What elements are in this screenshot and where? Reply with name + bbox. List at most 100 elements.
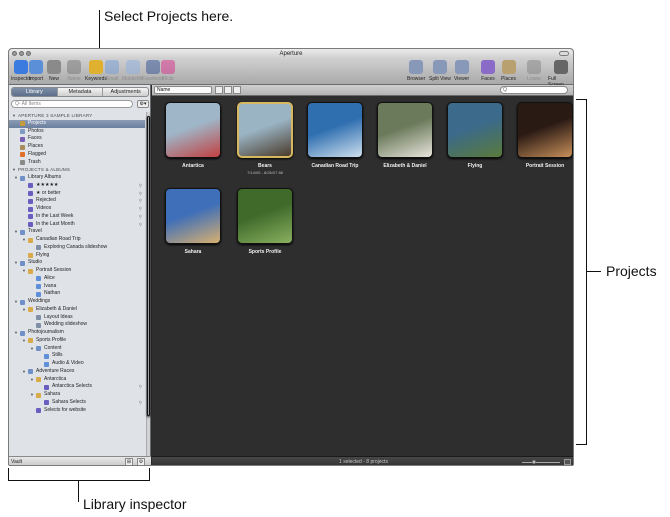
tree-item-antarctica[interactable]: ▼ Antarctica xyxy=(9,376,145,384)
disclosure-triangle-icon[interactable]: ▼ xyxy=(30,376,34,384)
tree-item-antarctica-selects[interactable]: Antarctica Selects ⚲ xyxy=(9,383,145,391)
toolbar-full-screen-button[interactable]: Full Screen xyxy=(548,60,573,88)
tree-item-library-albums[interactable]: ▼ Library Albums xyxy=(9,174,145,182)
toolbar-new-button[interactable]: New xyxy=(47,60,61,82)
smart-settings-icon[interactable]: ⚲ xyxy=(139,205,142,213)
tree-item-projects[interactable]: Projects xyxy=(9,119,145,128)
tree-item-alice[interactable]: Alice xyxy=(9,275,145,283)
vault-action-button[interactable]: ⚙ xyxy=(137,458,145,465)
disclosure-triangle-icon[interactable]: ▼ xyxy=(12,112,16,120)
full-screen-browser-button[interactable] xyxy=(564,459,571,465)
project-thumbnail[interactable] xyxy=(447,102,503,158)
project-thumbnail[interactable] xyxy=(377,102,433,158)
toolbar-keywords-button[interactable]: Keywords xyxy=(85,60,107,82)
tree-item-flying[interactable]: Flying xyxy=(9,252,145,260)
project-thumbnail[interactable] xyxy=(237,188,293,244)
window-controls[interactable] xyxy=(12,51,31,56)
tree-item-content[interactable]: ▼ Content xyxy=(9,345,145,353)
toolbar-places-button[interactable]: Places xyxy=(501,60,516,82)
disclosure-triangle-icon[interactable]: ▼ xyxy=(14,298,18,306)
tree-item-sahara[interactable]: ▼ Sahara xyxy=(9,391,145,399)
project-thumbnail[interactable] xyxy=(165,102,221,158)
tree-item-weddings[interactable]: ▼ Weddings xyxy=(9,298,145,306)
tree-item-in-the-last-week[interactable]: In the Last Week ⚲ xyxy=(9,213,145,221)
disclosure-triangle-icon[interactable]: ▼ xyxy=(14,228,18,236)
tree-item-selects-for-website[interactable]: Selects for website xyxy=(9,407,145,415)
toolbar-faces-button[interactable]: Faces xyxy=(481,60,495,82)
tab-library[interactable]: Library xyxy=(12,88,58,96)
smart-settings-icon[interactable]: ⚲ xyxy=(139,190,142,198)
tree-item-nathan[interactable]: Nathan xyxy=(9,290,145,298)
disclosure-triangle-icon[interactable]: ▼ xyxy=(22,267,26,275)
tree-item-stills[interactable]: Stills xyxy=(9,352,145,360)
search-action-button[interactable]: ⚙▾ xyxy=(137,100,149,108)
tree-item-trash[interactable]: Trash xyxy=(9,159,145,167)
disclosure-triangle-icon[interactable]: ▼ xyxy=(12,166,16,174)
tree-item-faces[interactable]: Faces xyxy=(9,135,145,143)
tree-item-rejected[interactable]: Rejected ⚲ xyxy=(9,197,145,205)
toolbar-email-button[interactable]: Email xyxy=(105,60,119,82)
toolbar-split-view-button[interactable]: Split View xyxy=(429,60,451,82)
disclosure-triangle-icon[interactable]: ▼ xyxy=(14,329,18,337)
disclosure-triangle-icon[interactable]: ▼ xyxy=(22,368,26,376)
project-thumbnail[interactable] xyxy=(237,102,293,158)
tree-item-elizabeth-daniel[interactable]: ▼ Elizabeth & Daniel xyxy=(9,306,145,314)
project-thumbnail[interactable] xyxy=(165,188,221,244)
smart-settings-icon[interactable]: ⚲ xyxy=(139,383,142,391)
toolbar-mobileme-button[interactable]: MobileMe xyxy=(122,60,144,82)
disclosure-triangle-icon[interactable]: ▼ xyxy=(14,174,18,182)
smart-settings-icon[interactable]: ⚲ xyxy=(139,221,142,229)
thumbnail-size-slider[interactable] xyxy=(522,462,560,463)
vault-add-button[interactable]: ⊞ xyxy=(125,458,133,465)
smart-settings-icon[interactable]: ⚲ xyxy=(139,182,142,190)
toolbar-toggle-button[interactable] xyxy=(559,51,569,56)
toolbar-browser-button[interactable]: Browser xyxy=(407,60,425,82)
tree-item-sports-profile[interactable]: ▼ Sports Profile xyxy=(9,337,145,345)
tree-item-exploring-canada-slideshow[interactable]: Exploring Canada slideshow xyxy=(9,244,145,252)
toolbar-flickr-button[interactable]: Flickr xyxy=(161,60,175,82)
tree-item-portrait-session[interactable]: ▼ Portrait Session xyxy=(9,267,145,275)
tree-item-ivana[interactable]: Ivana xyxy=(9,283,145,291)
tree-item-or-better[interactable]: ★ or better ⚲ xyxy=(9,190,145,198)
tree-item-sahara-selects[interactable]: Sahara Selects ⚲ xyxy=(9,399,145,407)
tree-item-places[interactable]: Places xyxy=(9,143,145,151)
toolbar-viewer-button[interactable]: Viewer xyxy=(454,60,469,82)
list-view-button[interactable] xyxy=(224,86,232,94)
project-thumbnail[interactable] xyxy=(307,102,363,158)
tree-item-[interactable]: ★★★★★ ⚲ xyxy=(9,182,145,190)
browser-search-input[interactable]: Q xyxy=(500,86,568,94)
tree-item-layout-ideas[interactable]: Layout Ideas xyxy=(9,314,145,322)
disclosure-triangle-icon[interactable]: ▼ xyxy=(22,337,26,345)
tree-item-photos[interactable]: Photos xyxy=(9,128,145,136)
smart-settings-icon[interactable]: ⚲ xyxy=(139,197,142,205)
library-search-input[interactable]: Q- All Items xyxy=(11,100,133,108)
disclosure-triangle-icon[interactable]: ▼ xyxy=(22,306,26,314)
slider-knob[interactable] xyxy=(532,460,536,464)
grid-view-button[interactable] xyxy=(215,86,223,94)
tree-item-adventure-races[interactable]: ▼ Adventure Races xyxy=(9,368,145,376)
sidebar-scrollbar[interactable] xyxy=(146,112,150,456)
tree-item-travel[interactable]: ▼ Travel xyxy=(9,228,145,236)
sort-select[interactable]: Name xyxy=(154,86,212,94)
disclosure-triangle-icon[interactable]: ▼ xyxy=(30,391,34,399)
tree-item-flagged[interactable]: Flagged xyxy=(9,151,145,159)
tree-item-canadian-road-trip[interactable]: ▼ Canadian Road Trip xyxy=(9,236,145,244)
disclosure-triangle-icon[interactable]: ▼ xyxy=(14,259,18,267)
tab-adjustments[interactable]: Adjustments xyxy=(103,88,148,96)
tree-item-audio-video[interactable]: Audio & Video xyxy=(9,360,145,368)
disclosure-triangle-icon[interactable]: ▼ xyxy=(22,236,26,244)
tree-item-videos[interactable]: Videos ⚲ xyxy=(9,205,145,213)
tree-item-photojournalism[interactable]: ▼ Photojournalism xyxy=(9,329,145,337)
filmstrip-view-button[interactable] xyxy=(233,86,241,94)
scrollbar-thumb[interactable] xyxy=(147,116,150,416)
tree-item-in-the-last-month[interactable]: In the Last Month ⚲ xyxy=(9,221,145,229)
toolbar-loupe-button[interactable]: Loupe xyxy=(527,60,541,82)
smart-settings-icon[interactable]: ⚲ xyxy=(139,399,142,407)
tree-item-wedding-slideshow[interactable]: Wedding slideshow xyxy=(9,321,145,329)
tab-metadata[interactable]: Metadata xyxy=(58,88,104,96)
project-thumbnail[interactable] xyxy=(517,102,573,158)
toolbar-name-button[interactable]: Name xyxy=(67,60,81,82)
disclosure-triangle-icon[interactable]: ▼ xyxy=(30,345,34,353)
tree-item-studio[interactable]: ▼ Studio xyxy=(9,259,145,267)
smart-settings-icon[interactable]: ⚲ xyxy=(139,213,142,221)
